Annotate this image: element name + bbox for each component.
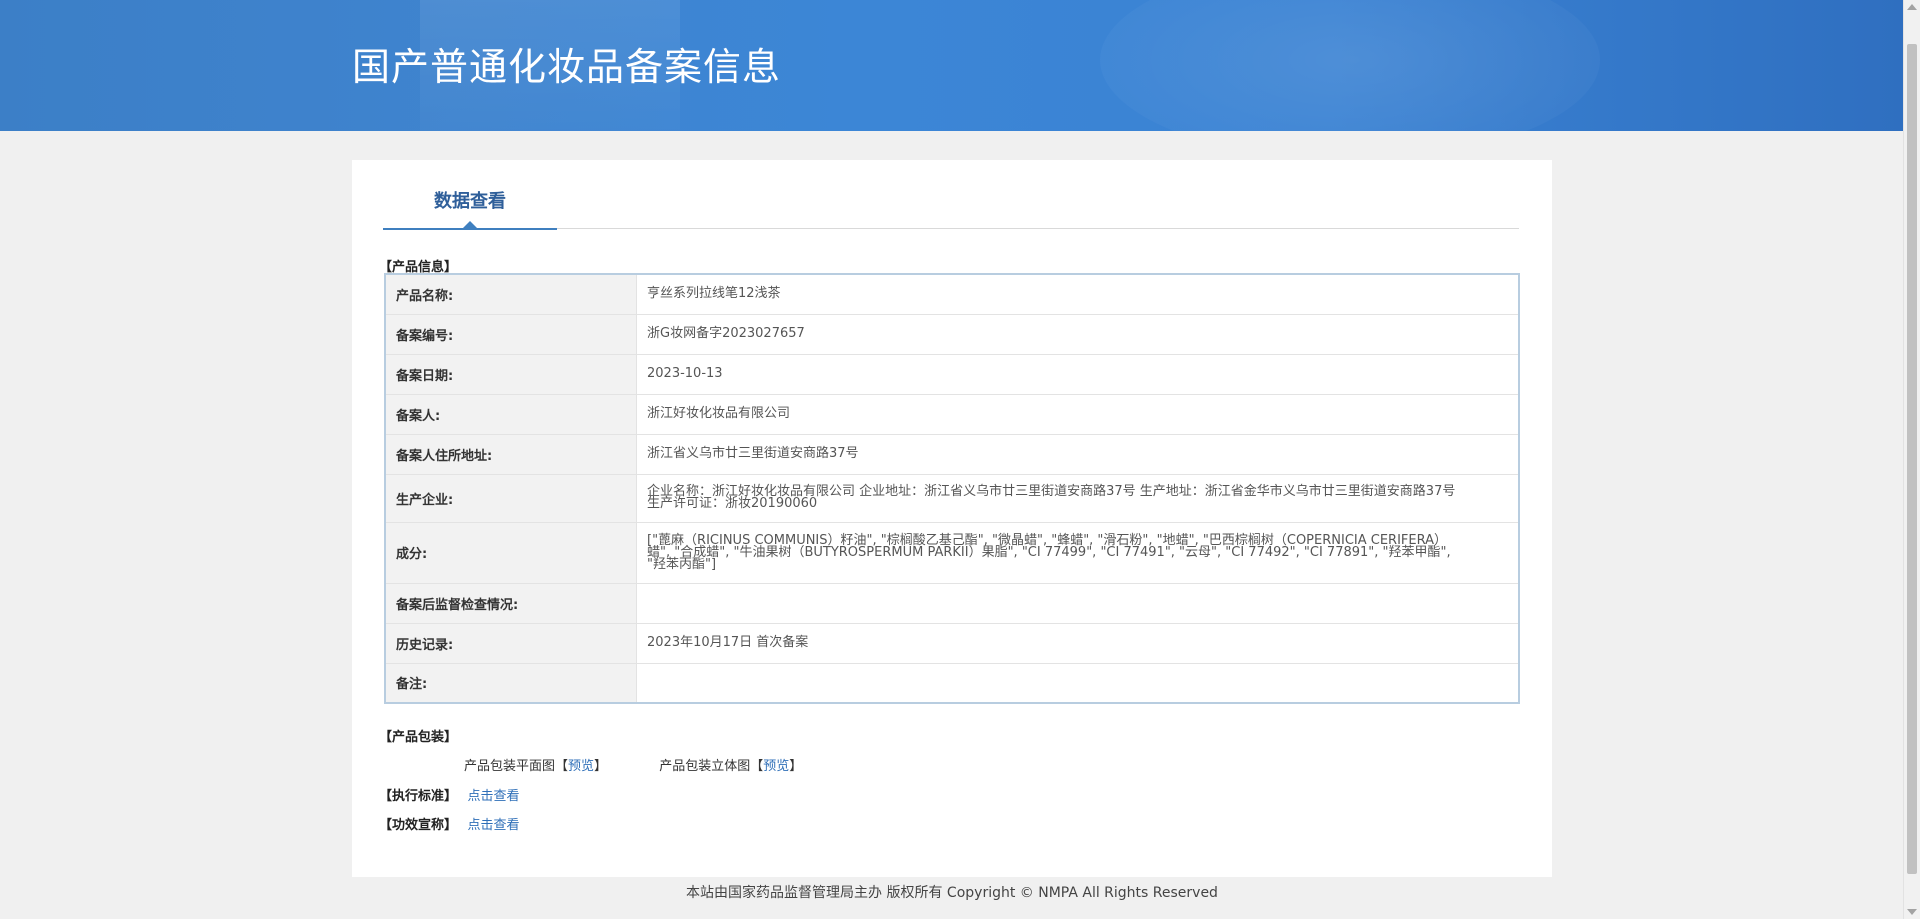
product-info-table: 产品名称: 亨丝系列拉线笔12浅茶 备案编号: 浙G妆网备字2023027657… — [384, 273, 1520, 704]
row-key: 备注: — [385, 663, 637, 704]
row-key: 生产企业: — [385, 474, 637, 523]
table-row: 备案日期: 2023-10-13 — [385, 354, 1519, 395]
scroll-thumb[interactable] — [1907, 44, 1917, 874]
table-row: 备案后监督检查情况: — [385, 583, 1519, 624]
row-value: 亨丝系列拉线笔12浅茶 — [636, 274, 1519, 315]
row-value-text: 浙G妆网备字2023027657 — [647, 326, 805, 341]
table-row: 备案人住所地址: 浙江省义乌市廿三里街道安商路37号 — [385, 434, 1519, 475]
preview-3d-link[interactable]: 预览 — [763, 759, 789, 774]
table-row: 产品名称: 亨丝系列拉线笔12浅茶 — [385, 274, 1519, 315]
bracket-close: 】 — [594, 759, 608, 774]
row-value: 浙江好妆化妆品有限公司 — [636, 394, 1519, 435]
table-row: 备案人: 浙江好妆化妆品有限公司 — [385, 394, 1519, 435]
row-value: 2023-10-13 — [636, 354, 1519, 395]
scroll-up-icon[interactable] — [1907, 4, 1917, 10]
row-key: 备案编号: — [385, 314, 637, 355]
page-title: 国产普通化妆品备案信息 — [352, 45, 782, 89]
header-banner: 国产普通化妆品备案信息 — [0, 0, 1904, 131]
tab-label: 数据查看 — [434, 191, 506, 212]
scroll-down-icon[interactable] — [1907, 909, 1917, 915]
row-value: 浙江省义乌市廿三里街道安商路37号 — [636, 434, 1519, 475]
packaging-3d-item: 产品包装立体图【预览】 — [659, 755, 802, 774]
row-value-text: 浙江省义乌市廿三里街道安商路37号 — [647, 446, 859, 461]
row-value-text: ["蓖麻（RICINUS COMMUNIS）籽油", "棕榈酸乙基己酯", "微… — [647, 532, 1451, 572]
tab-data-view[interactable]: 数据查看 — [383, 182, 557, 230]
bracket-close: 】 — [789, 759, 803, 774]
row-value: 企业名称：浙江好妆化妆品有限公司 企业地址：浙江省义乌市廿三里街道安商路37号 … — [636, 474, 1519, 523]
packaging-3d-label: 产品包装立体图 — [659, 759, 751, 774]
row-key: 备案日期: — [385, 354, 637, 395]
row-value-text: 企业名称：浙江好妆化妆品有限公司 企业地址：浙江省义乌市廿三里街道安商路37号 … — [647, 484, 1456, 511]
row-key: 历史记录: — [385, 623, 637, 664]
packaging-row: 产品包装平面图【预览】 产品包装立体图【预览】 — [464, 755, 850, 774]
preview-flat-link[interactable]: 预览 — [568, 759, 594, 774]
row-value: ["蓖麻（RICINUS COMMUNIS）籽油", "棕榈酸乙基己酯", "微… — [636, 522, 1519, 584]
packaging-flat-item: 产品包装平面图【预览】 — [464, 755, 607, 774]
standard-view-link[interactable]: 点击查看 — [468, 789, 520, 804]
table-row: 备注: — [385, 663, 1519, 704]
tab-caret-icon — [463, 221, 477, 228]
row-value: 2023年10月17日 首次备案 — [636, 623, 1519, 664]
packaging-flat-label: 产品包装平面图 — [464, 759, 556, 774]
row-key: 备案人: — [385, 394, 637, 435]
row-value — [636, 663, 1519, 704]
standard-label: 【执行标准】 — [379, 789, 458, 804]
row-value — [636, 583, 1519, 624]
row-key: 成分: — [385, 522, 637, 584]
row-key: 产品名称: — [385, 274, 637, 315]
table-row: 生产企业: 企业名称：浙江好妆化妆品有限公司 企业地址：浙江省义乌市廿三里街道安… — [385, 474, 1519, 523]
page: 国产普通化妆品备案信息 数据查看 【产品信息】 产品名称: 亨丝系列拉线笔12浅… — [0, 0, 1920, 919]
tab-bar: 数据查看 — [383, 182, 1519, 230]
content-card: 数据查看 【产品信息】 产品名称: 亨丝系列拉线笔12浅茶 备案编号: 浙G妆网… — [352, 160, 1552, 877]
efficacy-view-link[interactable]: 点击查看 — [468, 818, 520, 833]
row-value-text: 2023年10月17日 首次备案 — [647, 635, 809, 650]
row-key: 备案后监督检查情况: — [385, 583, 637, 624]
row-value-text: 浙江好妆化妆品有限公司 — [647, 406, 791, 421]
table-row: 历史记录: 2023年10月17日 首次备案 — [385, 623, 1519, 664]
row-value-text: 亨丝系列拉线笔12浅茶 — [647, 286, 781, 302]
footer: 本站由国家药品监督管理局主办 版权所有 Copyright © NMPA All… — [686, 885, 1218, 901]
row-value-text: 2023-10-13 — [647, 366, 723, 381]
standard-row: 【执行标准】 点击查看 — [379, 785, 520, 804]
row-value: 浙G妆网备字2023027657 — [636, 314, 1519, 355]
efficacy-row: 【功效宣称】 点击查看 — [379, 814, 520, 833]
table-row: 备案编号: 浙G妆网备字2023027657 — [385, 314, 1519, 355]
vertical-scrollbar[interactable] — [1903, 0, 1920, 919]
efficacy-label: 【功效宣称】 — [379, 818, 458, 833]
bracket-open: 【 — [750, 759, 764, 774]
packaging-label: 【产品包装】 — [379, 730, 458, 745]
row-key: 备案人住所地址: — [385, 434, 637, 475]
bracket-open: 【 — [555, 759, 569, 774]
table-row: 成分: ["蓖麻（RICINUS COMMUNIS）籽油", "棕榈酸乙基己酯"… — [385, 522, 1519, 584]
